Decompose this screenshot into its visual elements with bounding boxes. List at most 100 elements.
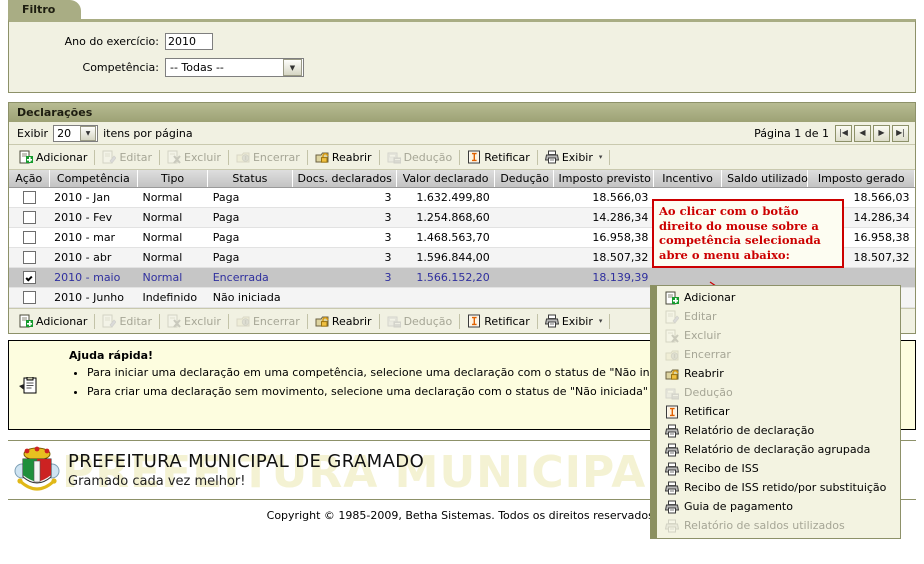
toolbar-bottom-button-reabrir[interactable]: Reabrir: [309, 312, 378, 330]
context-menu-item-retificar[interactable]: Retificar: [657, 402, 900, 421]
column-header[interactable]: Ação: [9, 170, 50, 188]
brand-text: PREFEITURA MUNICIPAL DE GRAMADO Gramado …: [68, 451, 424, 489]
competencia-select[interactable]: -- Todas -- ▼: [165, 58, 304, 77]
cell-competencia: 2010 - maio: [49, 267, 138, 288]
rectify-icon: [467, 150, 481, 164]
row-checkbox-cell[interactable]: [9, 287, 50, 308]
toolbar-bottom-button-excluir: Excluir: [161, 312, 227, 330]
tab-filtro[interactable]: Filtro: [8, 0, 82, 19]
cell-imposto-previsto: 14.286,34: [553, 207, 654, 228]
cell-imposto-previsto: 18.566,03: [553, 187, 654, 208]
toolbar-separator: [159, 313, 161, 329]
toolbar-top-button-encerrar: Encerrar: [230, 148, 306, 166]
context-menu-item-reabrir[interactable]: Reabrir: [657, 364, 900, 383]
button-label: Dedução: [403, 150, 453, 164]
column-header[interactable]: Valor declarado: [396, 170, 496, 188]
filtro-tabstrip: Filtro: [0, 0, 924, 19]
column-header[interactable]: Tipo: [137, 170, 209, 188]
field-row-ano: Ano do exercício:: [9, 30, 915, 53]
column-header[interactable]: Saldo utilizado: [721, 170, 809, 188]
edit-document-icon: [665, 310, 679, 324]
page-size-select[interactable]: 20 ▼: [53, 124, 99, 142]
cell-deducao: [494, 207, 554, 228]
lock-open-icon: [315, 150, 329, 164]
row-checkbox[interactable]: [22, 291, 36, 305]
context-menu-item-guia-de-pagamento[interactable]: Guia de pagamento: [657, 497, 900, 516]
row-checkbox-cell[interactable]: [9, 227, 50, 248]
cell-competencia: 2010 - Jan: [49, 187, 138, 208]
toolbar-top-button-adicionar[interactable]: Adicionar: [13, 148, 93, 166]
column-header[interactable]: Docs. declarados: [292, 170, 397, 188]
printer-icon: [665, 462, 679, 476]
toolbar-top: Adicionar Editar Excluir Encerrar Reabrir Ded…: [9, 145, 915, 170]
column-header[interactable]: Imposto previsto: [553, 170, 654, 188]
column-header[interactable]: Dedução: [494, 170, 554, 188]
declaracoes-title: Declarações: [8, 102, 916, 122]
printer-icon: [665, 424, 679, 438]
competencia-selected-value: -- Todas --: [170, 61, 224, 74]
toolbar-top-button-reabrir[interactable]: Reabrir: [309, 148, 378, 166]
delete-document-icon: [167, 150, 181, 164]
context-menu-item-relat-rio-de-declara-o-agrupada[interactable]: Relatório de declaração agrupada: [657, 440, 900, 459]
toolbar-bottom-button-retificar[interactable]: Retificar: [461, 312, 536, 330]
context-menu-item-relat-rio-de-declara-o[interactable]: Relatório de declaração: [657, 421, 900, 440]
rectify-icon: [467, 314, 481, 328]
button-label: Encerrar: [252, 314, 300, 328]
tab-filtro-label: Filtro: [22, 3, 56, 16]
chevron-down-icon: ▾: [598, 317, 603, 325]
context-menu-item-label: Relatório de saldos utilizados: [684, 519, 845, 532]
prev-page-icon[interactable]: ◀: [854, 124, 871, 142]
row-checkbox[interactable]: [22, 251, 36, 265]
pager-buttons: |◀ ◀ ▶ ▶|: [835, 124, 909, 142]
column-header[interactable]: Imposto gerado: [807, 170, 915, 188]
ano-exercicio-input[interactable]: [165, 33, 213, 50]
first-page-icon[interactable]: |◀: [835, 124, 852, 142]
deduction-icon: [665, 386, 679, 400]
row-checkbox-cell[interactable]: [9, 247, 50, 268]
toolbar-separator: [536, 313, 538, 329]
row-checkbox[interactable]: [22, 271, 36, 285]
toolbar-separator: [609, 149, 611, 165]
cell-tipo: Indefinido: [137, 287, 208, 308]
context-menu-item-adicionar[interactable]: Adicionar: [657, 288, 900, 307]
row-checkbox-cell[interactable]: [9, 267, 50, 288]
toolbar-bottom-button-adicionar[interactable]: Adicionar: [13, 312, 93, 330]
context-menu-item-recibo-de-iss[interactable]: Recibo de ISS: [657, 459, 900, 478]
row-checkbox[interactable]: [22, 211, 36, 225]
cell-competencia: 2010 - Junho: [49, 287, 138, 308]
row-checkbox[interactable]: [22, 191, 36, 205]
cell-deducao: [494, 187, 554, 208]
cell-tipo: Normal: [137, 267, 208, 288]
toolbar-bottom-button-exibir[interactable]: Exibir ▾: [539, 312, 609, 330]
cell-valor-declarado: [396, 287, 495, 308]
context-menu: Adicionar Editar Excluir Encerrar Reabrir Ded…: [650, 285, 901, 539]
ano-label: Ano do exercício:: [64, 35, 159, 48]
toolbar-separator: [459, 149, 461, 165]
row-checkbox-cell[interactable]: [9, 187, 50, 208]
toolbar-top-button-retificar[interactable]: Retificar: [461, 148, 536, 166]
deduction-icon: [387, 150, 401, 164]
add-document-icon: [19, 314, 33, 328]
context-menu-item-recibo-de-iss-retido-por-substitui-o[interactable]: Recibo de ISS retido/por substituição: [657, 478, 900, 497]
next-page-icon[interactable]: ▶: [873, 124, 890, 142]
row-checkbox[interactable]: [22, 231, 36, 245]
button-label: Exibir: [561, 150, 593, 164]
context-menu-item-label: Relatório de declaração agrupada: [684, 443, 871, 456]
row-checkbox-cell[interactable]: [9, 207, 50, 228]
rectify-icon: [665, 405, 679, 419]
chevron-down-icon[interactable]: ▼: [80, 125, 97, 141]
column-header[interactable]: Incentivo: [653, 170, 723, 188]
toolbar-top-button-exibir[interactable]: Exibir ▾: [539, 148, 609, 166]
printer-icon: [665, 519, 679, 533]
chevron-down-icon[interactable]: ▼: [283, 59, 302, 76]
last-page-icon[interactable]: ▶|: [892, 124, 909, 142]
lock-open-icon: [665, 367, 679, 381]
exibir-label: Exibir: [17, 126, 49, 140]
column-header[interactable]: Status: [207, 170, 293, 188]
itens-por-pagina-label: itens por página: [103, 126, 193, 140]
context-menu-item-label: Reabrir: [684, 367, 724, 380]
toolbar-separator: [227, 313, 229, 329]
column-header[interactable]: Competência: [49, 170, 138, 188]
pagination-bar: Exibir 20 ▼ itens por página Página 1 de…: [9, 122, 915, 145]
lock-closed-icon: [236, 150, 250, 164]
